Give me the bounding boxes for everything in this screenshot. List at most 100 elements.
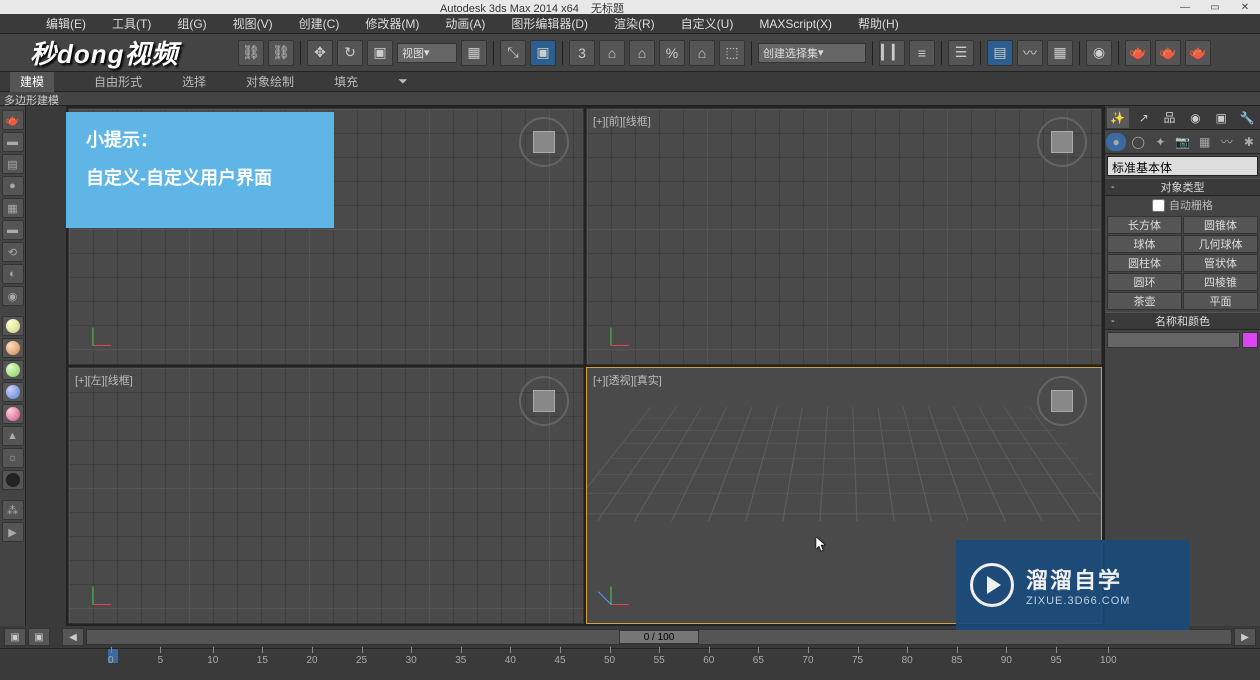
primitive-cone-icon[interactable] bbox=[2, 338, 24, 358]
spinner-snap-button[interactable]: % bbox=[659, 40, 685, 66]
sphere-preset-icon[interactable]: ● bbox=[2, 176, 24, 196]
menu-maxscript[interactable]: MAXScript(X) bbox=[749, 17, 842, 31]
menu-group[interactable]: 组(G) bbox=[167, 15, 216, 32]
pyramid-button[interactable]: 四棱锥 bbox=[1183, 273, 1258, 291]
align-button[interactable]: ≡ bbox=[909, 40, 935, 66]
viewcube-front[interactable] bbox=[1037, 117, 1087, 167]
timeline-ruler[interactable]: 0510152025303540455055606570758085909510… bbox=[0, 648, 1260, 668]
menu-tools[interactable]: 工具(T) bbox=[102, 15, 161, 32]
object-color-swatch[interactable] bbox=[1242, 332, 1258, 348]
mini-curve-icon[interactable]: ▣ bbox=[4, 628, 26, 646]
rendered-frame-button[interactable]: 🫖 bbox=[1155, 40, 1181, 66]
maximize-button[interactable]: ▭ bbox=[1200, 0, 1230, 14]
mini-track-icon[interactable]: ▣ bbox=[28, 628, 50, 646]
tab-objectpaint[interactable]: 对象绘制 bbox=[246, 73, 294, 90]
geometry-icon[interactable]: ● bbox=[1106, 133, 1126, 151]
menu-customize[interactable]: 自定义(U) bbox=[671, 15, 744, 32]
box-button[interactable]: 长方体 bbox=[1107, 216, 1182, 234]
primitive-torus-icon[interactable] bbox=[2, 404, 24, 424]
primitive-geo-icon[interactable] bbox=[2, 360, 24, 380]
slider-next-button[interactable]: ▶ bbox=[1234, 628, 1256, 646]
snap-options-button[interactable]: ⬚ bbox=[719, 40, 745, 66]
select-window-button[interactable]: ▣ bbox=[530, 40, 556, 66]
layer-manager-button[interactable]: ☰ bbox=[948, 40, 974, 66]
hierarchy-tab-icon[interactable]: 品 bbox=[1159, 108, 1181, 128]
category-dropdown[interactable]: 标准基本体 bbox=[1107, 156, 1258, 176]
torus-button[interactable]: 圆环 bbox=[1107, 273, 1182, 291]
curveeditor-button[interactable]: 〰 bbox=[1017, 40, 1043, 66]
tab-freeform[interactable]: 自由形式 bbox=[94, 73, 142, 90]
time-slider-track[interactable]: 0 / 100 bbox=[86, 629, 1232, 645]
cameras-icon[interactable]: 📷 bbox=[1172, 133, 1192, 151]
primitive-sphere-icon[interactable] bbox=[2, 316, 24, 336]
viewport-front[interactable]: [+][前][线框] bbox=[586, 108, 1102, 365]
play-icon[interactable]: ▶ bbox=[2, 522, 24, 542]
box-preset-icon[interactable]: ▬ bbox=[2, 132, 24, 152]
select-move-button[interactable]: ✥ bbox=[307, 40, 333, 66]
paint-preset-icon[interactable]: ⟲ bbox=[2, 242, 24, 262]
percent-snap-button[interactable]: ⌂ bbox=[629, 40, 655, 66]
minimize-button[interactable]: — bbox=[1170, 0, 1200, 14]
snap-3-button[interactable]: 3 bbox=[569, 40, 595, 66]
cylinder-button[interactable]: 圆柱体 bbox=[1107, 254, 1182, 272]
plane-button[interactable]: 平面 bbox=[1183, 292, 1258, 310]
select-rotate-button[interactable]: ↻ bbox=[337, 40, 363, 66]
helpers-icon[interactable]: ▦ bbox=[1195, 133, 1215, 151]
viewcube-left[interactable] bbox=[519, 376, 569, 426]
select-manipulate-button[interactable]: ⤡ bbox=[500, 40, 526, 66]
menu-modifiers[interactable]: 修改器(M) bbox=[355, 15, 429, 32]
link-button[interactable]: ⛓ bbox=[238, 40, 264, 66]
teapot-button[interactable]: 茶壶 bbox=[1107, 292, 1182, 310]
tube-button[interactable]: 管状体 bbox=[1183, 254, 1258, 272]
menu-edit[interactable]: 编辑(E) bbox=[36, 15, 96, 32]
display-tab-icon[interactable]: ▣ bbox=[1210, 108, 1232, 128]
plane-preset-icon[interactable]: ▬ bbox=[2, 220, 24, 240]
primitive-tube-icon[interactable] bbox=[2, 382, 24, 402]
render-setup-button[interactable]: 🫖 bbox=[1125, 40, 1151, 66]
slider-prev-button[interactable]: ◀ bbox=[62, 628, 84, 646]
vp-front-label[interactable]: [+][前][线框] bbox=[593, 113, 651, 129]
lights-icon[interactable]: ✦ bbox=[1150, 133, 1170, 151]
material-editor-button[interactable]: ◉ bbox=[1086, 40, 1112, 66]
sphere-button[interactable]: 球体 bbox=[1107, 235, 1182, 253]
geosphere-button[interactable]: 几何球体 bbox=[1183, 235, 1258, 253]
render-button[interactable]: 🫖 bbox=[1185, 40, 1211, 66]
cone-button[interactable]: 圆锥体 bbox=[1183, 216, 1258, 234]
tab-modeling[interactable]: 建模 bbox=[10, 71, 54, 92]
create-tab-icon[interactable]: ✨ bbox=[1107, 108, 1129, 128]
primitive-pyramid-icon[interactable]: ▲ bbox=[2, 426, 24, 446]
named-selection-set[interactable]: 创建选择集 ▾ bbox=[758, 43, 866, 63]
ribbon-expand-icon[interactable]: ⏷ bbox=[398, 74, 408, 89]
viewport-left[interactable]: [+][左][线框] bbox=[68, 367, 584, 624]
angle-snap-button[interactable]: ⌂ bbox=[599, 40, 625, 66]
menu-rendering[interactable]: 渲染(R) bbox=[604, 15, 665, 32]
schematic-button[interactable]: ▦ bbox=[1047, 40, 1073, 66]
rollout-name-color[interactable]: 名称和颜色 bbox=[1105, 312, 1260, 330]
primitive-black-icon[interactable] bbox=[2, 470, 24, 490]
mirror-button[interactable]: ▎▎ bbox=[879, 40, 905, 66]
systems-icon[interactable]: ✱ bbox=[1239, 133, 1259, 151]
menu-help[interactable]: 帮助(H) bbox=[848, 15, 909, 32]
spacewarps-icon[interactable]: 〰 bbox=[1217, 133, 1237, 151]
tab-populate[interactable]: 填充 bbox=[334, 73, 358, 90]
snap-toggle-button[interactable]: ⌂ bbox=[689, 40, 715, 66]
particles-icon[interactable]: ⁂ bbox=[2, 500, 24, 520]
rollout-object-type[interactable]: 对象类型 bbox=[1105, 178, 1260, 196]
use-pivot-button[interactable]: ▦ bbox=[461, 40, 487, 66]
time-slider-thumb[interactable]: 0 / 100 bbox=[619, 630, 699, 644]
grapheditor-button[interactable]: ▤ bbox=[987, 40, 1013, 66]
menu-views[interactable]: 视图(V) bbox=[223, 15, 283, 32]
auto-grid-checkbox[interactable] bbox=[1152, 199, 1165, 212]
arc-preset-icon[interactable]: ◐ bbox=[2, 264, 24, 284]
menu-grapheditors[interactable]: 图形编辑器(D) bbox=[501, 15, 598, 32]
cylinder-preset-icon[interactable]: ▤ bbox=[2, 154, 24, 174]
shapes-icon[interactable]: ◉ bbox=[2, 286, 24, 306]
primitive-sun-icon[interactable]: ☼ bbox=[2, 448, 24, 468]
menu-create[interactable]: 创建(C) bbox=[289, 15, 350, 32]
vp-persp-label[interactable]: [+][透视][真实] bbox=[593, 372, 662, 388]
close-button[interactable]: ✕ bbox=[1230, 0, 1260, 14]
shapes-icon[interactable]: ◯ bbox=[1128, 133, 1148, 151]
viewcube-top[interactable] bbox=[519, 117, 569, 167]
unlink-button[interactable]: ⛓ bbox=[268, 40, 294, 66]
vp-left-label[interactable]: [+][左][线框] bbox=[75, 372, 133, 388]
